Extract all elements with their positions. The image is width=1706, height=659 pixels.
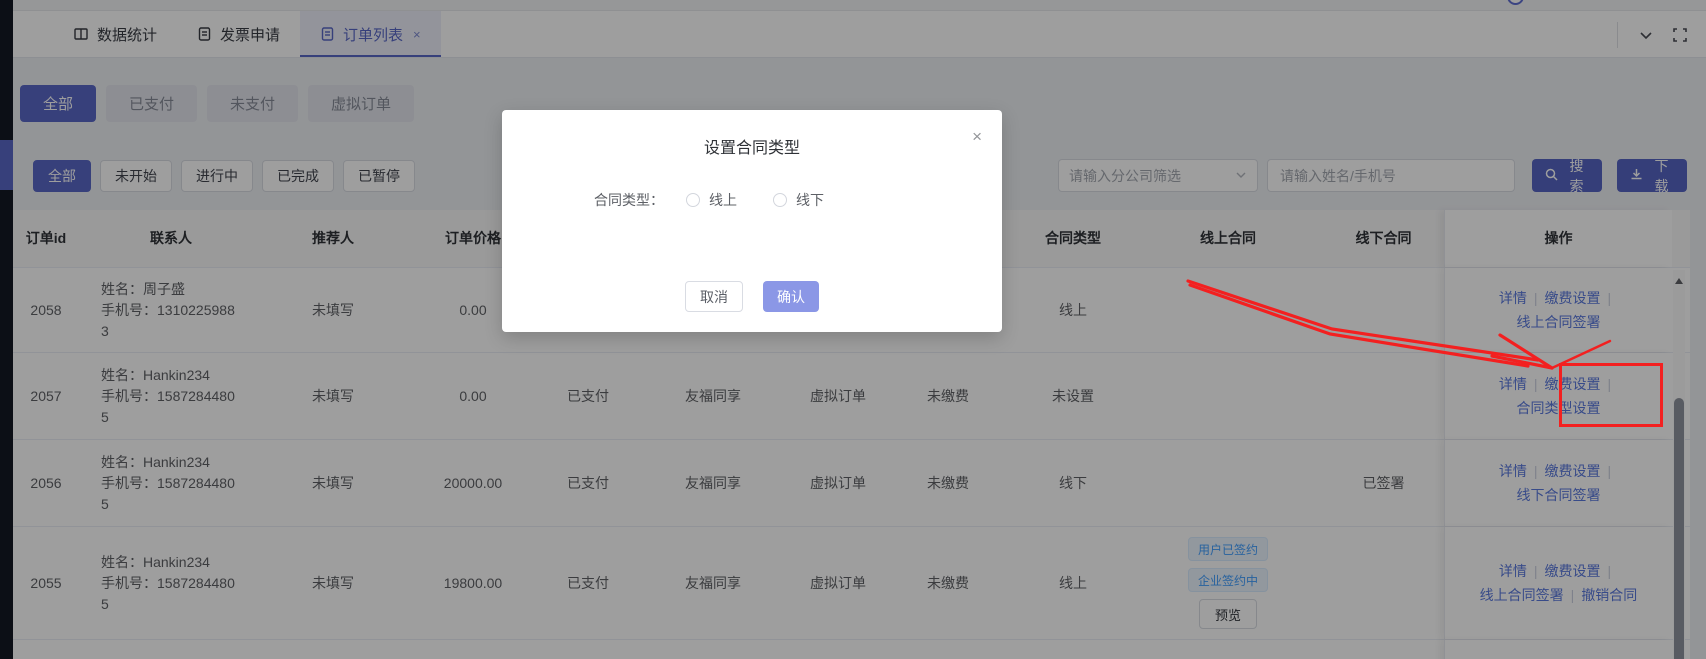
close-icon[interactable]: × [972, 128, 982, 145]
radio-label: 线上 [709, 190, 737, 210]
set-contract-type-dialog: 设置合同类型 × 合同类型： 线上 线下 取消 确认 [502, 110, 1002, 332]
dialog-body: 合同类型： 线上 线下 [594, 190, 1002, 210]
dialog-footer: 取消 确认 [502, 281, 1002, 312]
radio-label: 线下 [796, 190, 824, 210]
confirm-button[interactable]: 确认 [763, 281, 819, 312]
cancel-button[interactable]: 取消 [685, 281, 743, 312]
radio-circle-icon[interactable] [686, 193, 700, 207]
dialog-title: 设置合同类型 [502, 110, 1002, 158]
radio-contract-offline[interactable]: 线下 [773, 190, 824, 210]
radio-circle-icon[interactable] [773, 193, 787, 207]
order-management-screen: 数据统计发票申请订单列表× 全部已支付未支付虚拟订单 全部未开始进行中已完成已暂… [0, 0, 1706, 659]
radio-contract-online[interactable]: 线上 [686, 190, 737, 210]
contract-type-field-label: 合同类型： [594, 190, 664, 210]
